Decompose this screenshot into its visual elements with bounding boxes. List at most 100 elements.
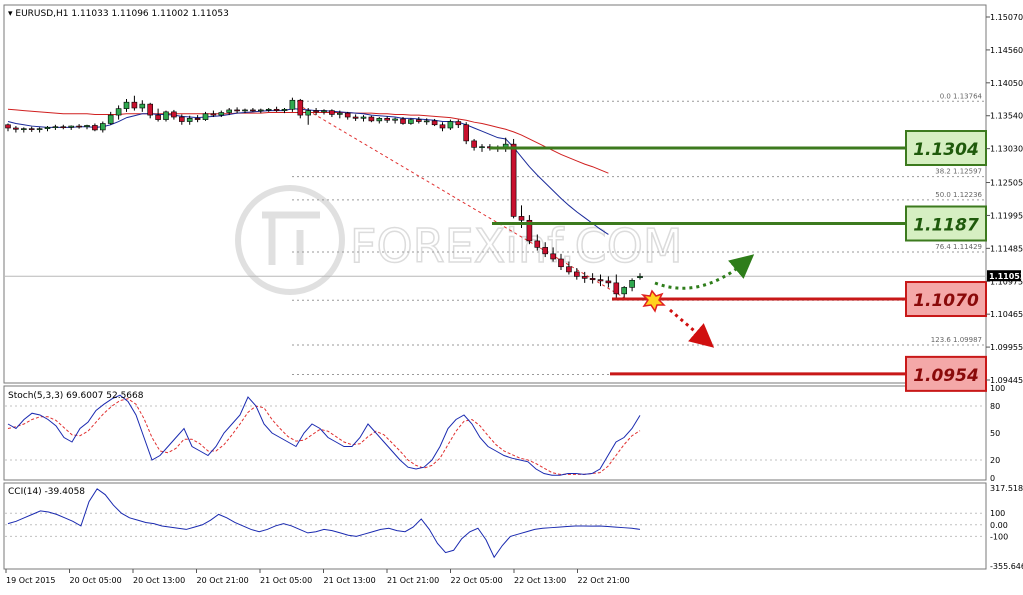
stoch-axis-label: 0 bbox=[990, 474, 995, 483]
cci-axis-label: 317.518 bbox=[990, 484, 1023, 493]
bearish-candle bbox=[234, 109, 240, 112]
bearish-candle bbox=[313, 110, 319, 113]
collapse-triangle-icon: ▾ bbox=[8, 9, 15, 19]
fib-level-label: 76.4 1.11429 bbox=[935, 243, 982, 251]
symbol-info: EURUSD,H1 1.11033 1.11096 1.11002 1.1105… bbox=[15, 9, 228, 19]
fib-level-label: 123.6 1.09987 bbox=[931, 336, 982, 344]
bearish-candle bbox=[463, 124, 470, 142]
fib-level-label: 38.2 1.12597 bbox=[935, 168, 982, 176]
stochastic-pane bbox=[3, 385, 987, 481]
bullish-candle bbox=[186, 118, 193, 122]
bullish-candle bbox=[44, 127, 51, 129]
bullish-candle bbox=[376, 118, 383, 122]
bearish-candle bbox=[518, 216, 525, 221]
cci-axis-label: -100 bbox=[990, 532, 1008, 541]
bullish-candle bbox=[447, 121, 454, 129]
bullish-candle bbox=[36, 128, 43, 130]
bearish-candle bbox=[566, 266, 572, 273]
time-label: 20 Oct 05:00 bbox=[70, 576, 122, 585]
bearish-candle bbox=[368, 116, 375, 122]
bullish-candle bbox=[621, 287, 628, 295]
level-box-label: 1.1187 bbox=[913, 216, 979, 236]
bullish-candle bbox=[20, 128, 27, 130]
bullish-candle bbox=[360, 116, 367, 119]
bullish-candle bbox=[423, 120, 430, 123]
bullish-candle bbox=[242, 109, 248, 112]
time-label: 19 Oct 2015 bbox=[6, 576, 55, 585]
price-label: 1.11485 bbox=[990, 244, 1023, 253]
bullish-candle bbox=[289, 99, 296, 110]
price-axis: 1.15070 1.14560 1.14050 1.13540 1.13030 1.125… bbox=[986, 13, 1023, 385]
bullish-candle bbox=[115, 108, 122, 116]
bearish-candle bbox=[344, 112, 351, 118]
bearish-candle bbox=[439, 124, 446, 129]
cci-axis-label: 100 bbox=[990, 509, 1005, 518]
bullish-candle bbox=[226, 109, 232, 113]
bearish-candle bbox=[28, 128, 35, 130]
bullish-candle bbox=[637, 276, 643, 279]
bullish-candle bbox=[84, 125, 90, 128]
bullish-candle bbox=[68, 125, 74, 128]
bearish-candle bbox=[558, 258, 564, 268]
bearish-candle bbox=[92, 125, 98, 131]
bullish-candle bbox=[281, 108, 288, 111]
bearish-candle bbox=[534, 240, 541, 248]
fib-level-label: 0.0 1.13764 bbox=[940, 92, 983, 100]
time-label: 22 Oct 05:00 bbox=[451, 576, 503, 585]
cci-axis-label: 0.00 bbox=[990, 521, 1008, 530]
stoch-axis-label: 20 bbox=[990, 456, 1000, 465]
chart-canvas: FOREXinf.COM 0.0 1.13764 38.2 1.12597 50.0… bbox=[3, 4, 1023, 585]
bearish-candle bbox=[352, 116, 359, 119]
price-label: 1.09955 bbox=[990, 343, 1023, 352]
price-label: 1.13030 bbox=[990, 145, 1023, 154]
bearish-candle bbox=[171, 111, 177, 118]
bearish-candle bbox=[581, 276, 588, 279]
bearish-candle bbox=[400, 118, 406, 124]
bearish-candle bbox=[415, 119, 422, 122]
level-box-label: 1.1070 bbox=[913, 291, 979, 311]
bullish-candle bbox=[479, 146, 485, 149]
bearish-candle bbox=[431, 120, 438, 126]
bearish-candle bbox=[471, 140, 477, 148]
cci-axis-label: -355.646 bbox=[990, 562, 1023, 571]
bearish-candle bbox=[131, 101, 138, 109]
time-label: 22 Oct 21:00 bbox=[578, 576, 630, 585]
bearish-candle bbox=[613, 282, 620, 295]
bullish-candle bbox=[107, 114, 114, 124]
bearish-candle bbox=[297, 99, 304, 116]
cci-label: CCI(14) -39.4058 bbox=[8, 487, 85, 497]
bullish-candle bbox=[408, 119, 414, 124]
stoch-label: Stoch(5,3,3) 69.6007 52.5668 bbox=[8, 391, 144, 401]
level-box-label: 1.0954 bbox=[913, 366, 979, 386]
bearish-candle bbox=[147, 103, 153, 116]
price-label: 1.12505 bbox=[990, 179, 1023, 188]
bearish-candle bbox=[76, 125, 82, 128]
bearish-candle bbox=[273, 108, 280, 111]
bullish-candle bbox=[139, 103, 146, 109]
bearish-candle bbox=[13, 127, 19, 130]
bearish-candle bbox=[597, 279, 604, 282]
price-label: 1.10465 bbox=[990, 310, 1023, 319]
time-label: 21 Oct 05:00 bbox=[260, 576, 312, 585]
bullish-candle bbox=[265, 108, 272, 111]
bullish-candle bbox=[257, 109, 264, 112]
bearish-candle bbox=[573, 271, 580, 277]
symbol-header: ▾ EURUSD,H1 1.11033 1.11096 1.11002 1.11… bbox=[8, 9, 229, 19]
eurusd-chart-window: FOREXinf.COM 0.0 1.13764 38.2 1.12597 50.0… bbox=[0, 0, 1023, 591]
bearish-candle bbox=[250, 109, 256, 112]
level-box-label: 1.1304 bbox=[913, 140, 979, 160]
time-label: 21 Oct 13:00 bbox=[324, 576, 376, 585]
bullish-candle bbox=[123, 101, 130, 109]
bullish-candle bbox=[52, 126, 59, 129]
bearish-candle bbox=[210, 113, 217, 116]
bearish-candle bbox=[329, 110, 335, 115]
price-label: 1.15070 bbox=[990, 13, 1023, 22]
time-label: 22 Oct 13:00 bbox=[514, 576, 566, 585]
bullish-candle bbox=[336, 112, 343, 115]
price-label: 1.14050 bbox=[990, 79, 1023, 88]
time-label: 20 Oct 21:00 bbox=[197, 576, 249, 585]
price-pane bbox=[3, 4, 987, 384]
fib-level-label: 50.0 1.12236 bbox=[935, 191, 982, 199]
bearish-candle bbox=[589, 278, 596, 280]
bearish-candle bbox=[510, 143, 517, 217]
